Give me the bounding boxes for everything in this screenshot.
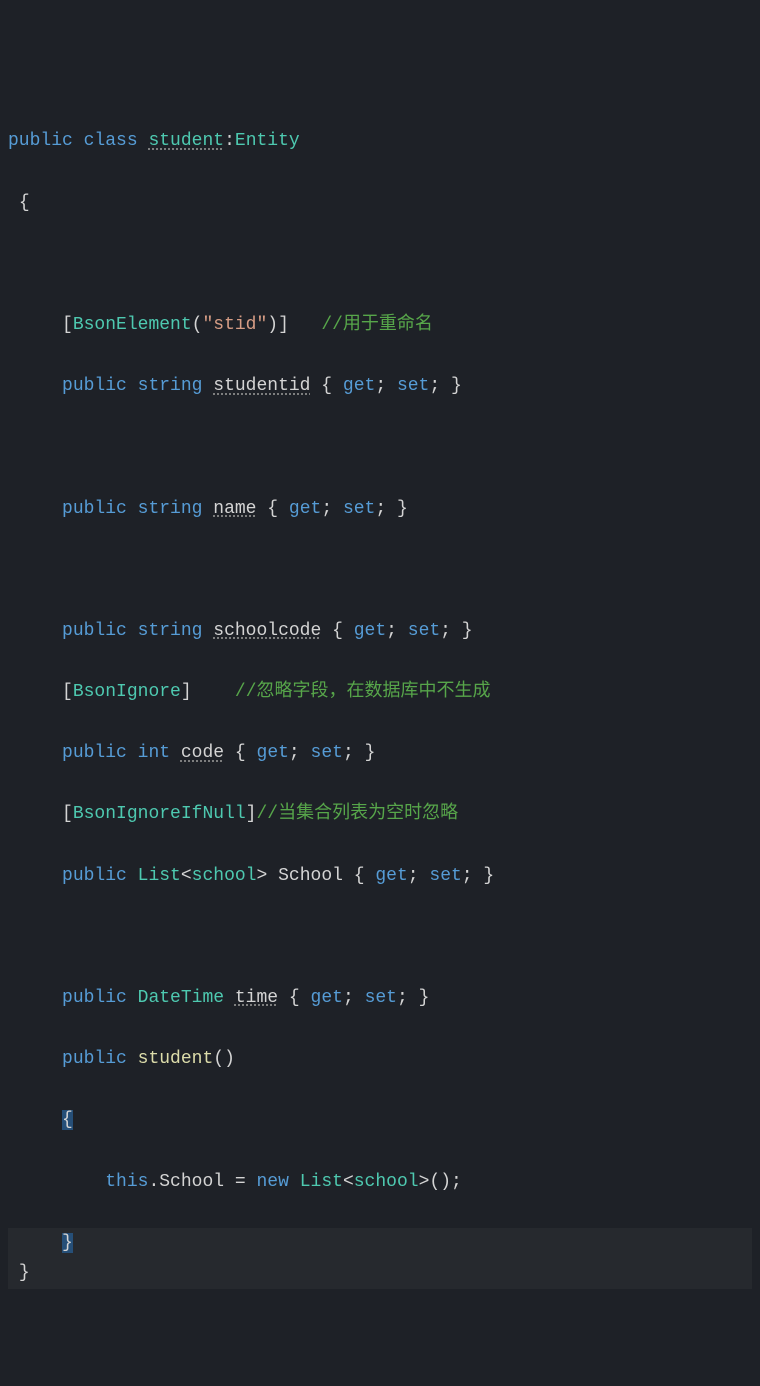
comment: //用于重命名: [321, 315, 433, 335]
property-name: time: [235, 988, 278, 1008]
property-name: name: [213, 499, 256, 519]
code-line: [8, 432, 752, 463]
keyword-public: public: [8, 131, 73, 151]
attribute: BsonElement: [73, 315, 192, 335]
keyword-public: public: [62, 376, 127, 396]
type: int: [138, 743, 170, 763]
open-brace-highlighted: {: [62, 1110, 73, 1130]
code-line: public List<school> School { get; set; }: [8, 861, 752, 892]
code-line: [8, 249, 752, 280]
bracket: [: [62, 315, 73, 335]
string-literal: "stid": [202, 315, 267, 335]
paren: (: [192, 315, 203, 335]
close-brace: }: [19, 1263, 30, 1283]
code-line: public student(): [8, 1044, 752, 1075]
colon: :: [224, 131, 235, 151]
code-line: [BsonElement("stid")] //用于重命名: [8, 310, 752, 341]
bracket: [: [62, 804, 73, 824]
code-line-active: }: [8, 1228, 752, 1259]
code-line: public int code { get; set; }: [8, 738, 752, 769]
property-name: studentid: [213, 376, 310, 396]
class-name: student: [148, 131, 224, 151]
property-name: schoolcode: [213, 621, 321, 641]
code-line: public string schoolcode { get; set; }: [8, 616, 752, 647]
keyword-class: class: [84, 131, 138, 151]
code-line: public string studentid { get; set; }: [8, 371, 752, 402]
code-line: }: [8, 1258, 752, 1289]
keyword-public: public: [62, 621, 127, 641]
generic-type: school: [192, 866, 257, 886]
code-line: [8, 555, 752, 586]
comment: //当集合列表为空时忽略: [256, 804, 458, 824]
type: string: [138, 499, 203, 519]
keyword-public: public: [62, 743, 127, 763]
code-line: public string name { get; set; }: [8, 494, 752, 525]
generic-type: school: [354, 1172, 419, 1192]
property-name: code: [181, 743, 224, 763]
code-line: [BsonIgnore] //忽略字段，在数据库中不生成: [8, 677, 752, 708]
keyword-public: public: [62, 1049, 127, 1069]
base-class: Entity: [235, 131, 300, 151]
code-line: this.School = new List<school>();: [8, 1167, 752, 1198]
type: List: [138, 866, 181, 886]
attribute: BsonIgnoreIfNull: [73, 804, 246, 824]
attribute: BsonIgnore: [73, 682, 181, 702]
comment: //忽略字段，在数据库中不生成: [235, 682, 491, 702]
code-line: public class student:Entity: [8, 126, 752, 157]
keyword-public: public: [62, 988, 127, 1008]
property: School: [159, 1172, 224, 1192]
paren: ): [267, 315, 278, 335]
keyword-public: public: [62, 866, 127, 886]
bracket: ]: [278, 315, 289, 335]
open-brace: {: [19, 193, 30, 213]
keyword-this: this: [105, 1172, 148, 1192]
code-line: public DateTime time { get; set; }: [8, 983, 752, 1014]
code-editor[interactable]: public class student:Entity { [BsonEleme…: [8, 126, 752, 1289]
type: List: [300, 1172, 343, 1192]
bracket: ]: [246, 804, 257, 824]
keyword-public: public: [62, 499, 127, 519]
keyword-new: new: [257, 1172, 289, 1192]
code-line: {: [8, 1105, 752, 1136]
type: string: [138, 376, 203, 396]
bracket: ]: [181, 682, 192, 702]
property-name: School: [278, 866, 343, 886]
type: DateTime: [138, 988, 224, 1008]
bracket: [: [62, 682, 73, 702]
code-line: [8, 922, 752, 953]
constructor-name: student: [138, 1049, 214, 1069]
code-line: [BsonIgnoreIfNull]//当集合列表为空时忽略: [8, 799, 752, 830]
code-line: {: [8, 188, 752, 219]
close-brace-highlighted: }: [62, 1233, 73, 1253]
type: string: [138, 621, 203, 641]
